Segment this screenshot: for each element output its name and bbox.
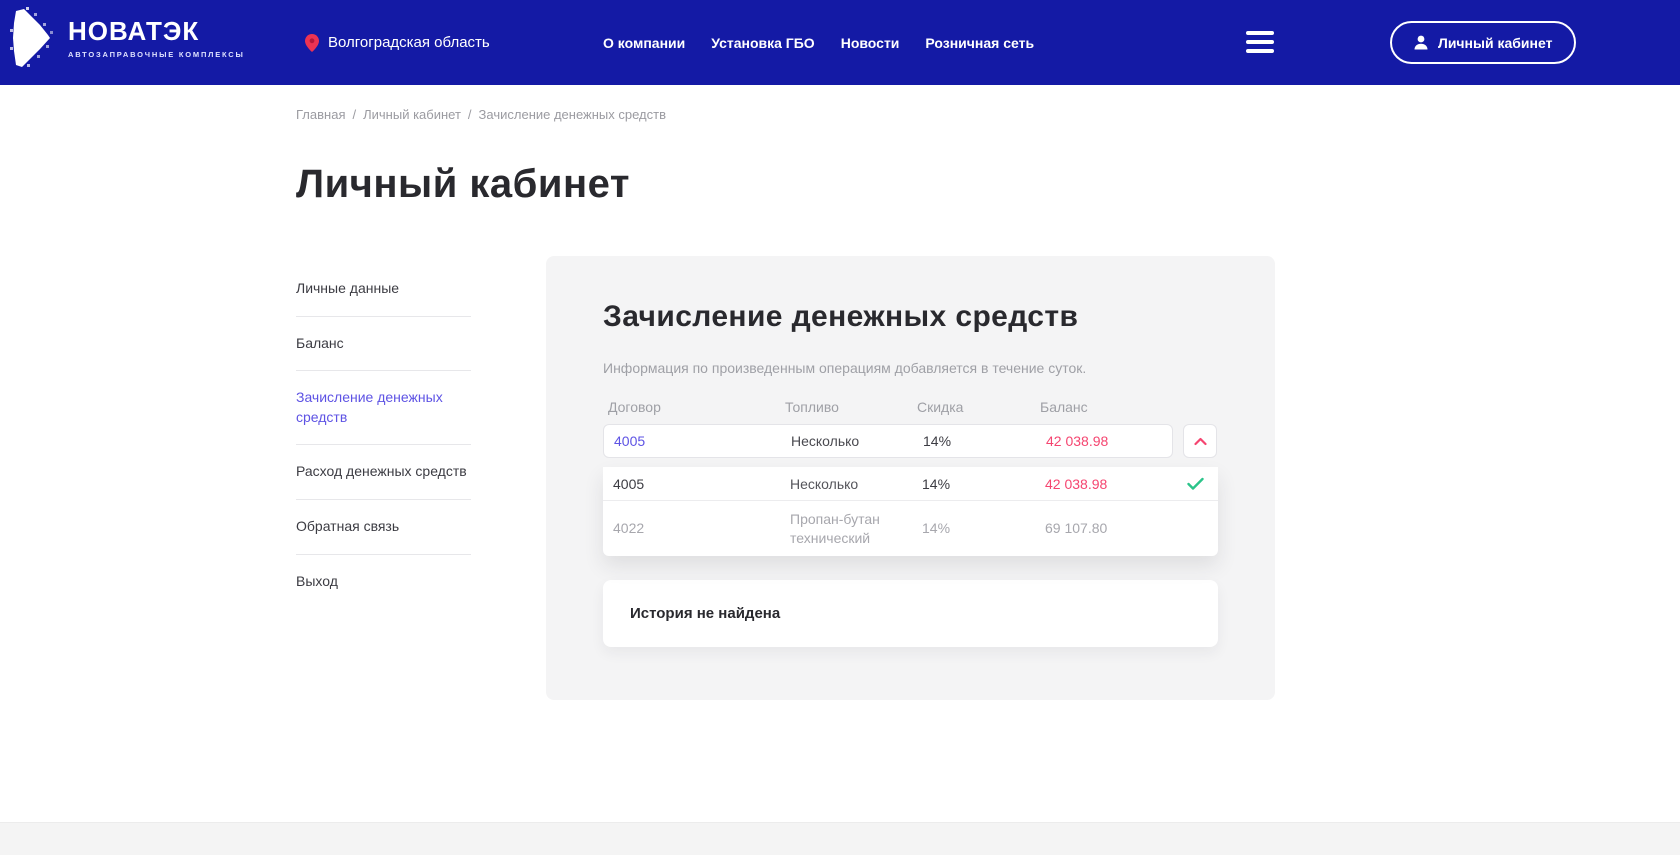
page-title: Личный кабинет bbox=[296, 162, 630, 207]
sidebar-item-feedback[interactable]: Обратная связь bbox=[296, 500, 471, 555]
nav-gbo[interactable]: Установка ГБО bbox=[711, 35, 814, 51]
nav-about[interactable]: О компании bbox=[603, 35, 685, 51]
breadcrumb: Главная/Личный кабинет/Зачисление денежн… bbox=[296, 107, 666, 122]
account-button[interactable]: Личный кабинет bbox=[1390, 21, 1576, 64]
option-fuel: Несколько bbox=[790, 476, 922, 492]
sidebar-item-personal-data[interactable]: Личные данные bbox=[296, 262, 471, 317]
nav-news[interactable]: Новости bbox=[841, 35, 900, 51]
col-header-fuel: Топливо bbox=[785, 399, 917, 415]
panel-heading: Зачисление денежных средств bbox=[603, 300, 1218, 334]
option-discount: 14% bbox=[922, 519, 1045, 538]
breadcrumb-home[interactable]: Главная bbox=[296, 107, 345, 122]
panel-note: Информация по произведенным операциям до… bbox=[603, 360, 1218, 376]
account-button-label: Личный кабинет bbox=[1438, 35, 1552, 51]
main-nav: О компании Установка ГБО Новости Розничн… bbox=[603, 0, 1034, 85]
location-pin-icon bbox=[305, 34, 319, 52]
history-empty-box: История не найдена bbox=[603, 580, 1218, 647]
option-fuel: Пропан-бутан технический bbox=[790, 510, 922, 548]
breadcrumb-account[interactable]: Личный кабинет bbox=[363, 107, 461, 122]
option-contract: 4005 bbox=[613, 476, 790, 492]
check-icon bbox=[1187, 477, 1204, 490]
region-label: Волгоградская область bbox=[328, 34, 490, 51]
region-selector[interactable]: Волгоградская область bbox=[305, 0, 490, 85]
contract-select[interactable]: 4005 Несколько 14% 42 038.98 bbox=[603, 424, 1173, 458]
table-header-row: Договор Топливо Скидка Баланс bbox=[603, 399, 1218, 415]
page-footer bbox=[0, 822, 1680, 855]
novatek-flame-icon bbox=[10, 7, 54, 69]
sidebar-item-logout[interactable]: Выход bbox=[296, 555, 471, 609]
col-header-contract: Договор bbox=[608, 399, 785, 415]
brand-name: НОВАТЭК bbox=[68, 17, 245, 46]
option-balance: 42 038.98 bbox=[1045, 476, 1204, 492]
dropdown-collapse-button[interactable] bbox=[1183, 424, 1217, 458]
sidebar-item-crediting[interactable]: Зачисление денежных средств bbox=[296, 371, 471, 445]
history-empty-message: История не найдена bbox=[630, 605, 780, 622]
selected-balance: 42 038.98 bbox=[1046, 433, 1172, 449]
selected-contract: 4005 bbox=[614, 433, 791, 449]
dropdown-option-4005[interactable]: 4005 Несколько 14% 42 038.98 bbox=[603, 467, 1218, 501]
selected-discount: 14% bbox=[923, 433, 1046, 449]
contract-dropdown: 4005 Несколько 14% 42 038.98 4022 Пропан… bbox=[603, 467, 1218, 556]
sidebar-item-spending[interactable]: Расход денежных средств bbox=[296, 445, 471, 500]
breadcrumb-current: Зачисление денежных средств bbox=[479, 107, 666, 122]
col-header-balance: Баланс bbox=[1040, 399, 1218, 415]
option-discount: 14% bbox=[922, 476, 1045, 492]
hamburger-menu-icon[interactable] bbox=[1246, 31, 1274, 53]
option-contract: 4022 bbox=[613, 519, 790, 538]
user-icon bbox=[1414, 35, 1428, 50]
account-sidebar: Личные данные Баланс Зачисление денежных… bbox=[296, 262, 471, 608]
col-header-discount: Скидка bbox=[917, 399, 1040, 415]
chevron-up-icon bbox=[1194, 437, 1207, 446]
nav-retail[interactable]: Розничная сеть bbox=[925, 35, 1034, 51]
top-header: НОВАТЭК АВТОЗАПРАВОЧНЫЕ КОМПЛЕКСЫ Волгог… bbox=[0, 0, 1680, 85]
brand-tagline: АВТОЗАПРАВОЧНЫЕ КОМПЛЕКСЫ bbox=[68, 50, 245, 59]
crediting-panel: Зачисление денежных средств Информация п… bbox=[546, 256, 1275, 700]
dropdown-option-4022[interactable]: 4022 Пропан-бутан технический 14% 69 107… bbox=[603, 501, 1218, 556]
brand-logo[interactable]: НОВАТЭК АВТОЗАПРАВОЧНЫЕ КОМПЛЕКСЫ bbox=[10, 7, 245, 69]
selected-fuel: Несколько bbox=[791, 433, 923, 449]
sidebar-item-balance[interactable]: Баланс bbox=[296, 317, 471, 372]
option-balance: 69 107.80 bbox=[1045, 519, 1204, 538]
